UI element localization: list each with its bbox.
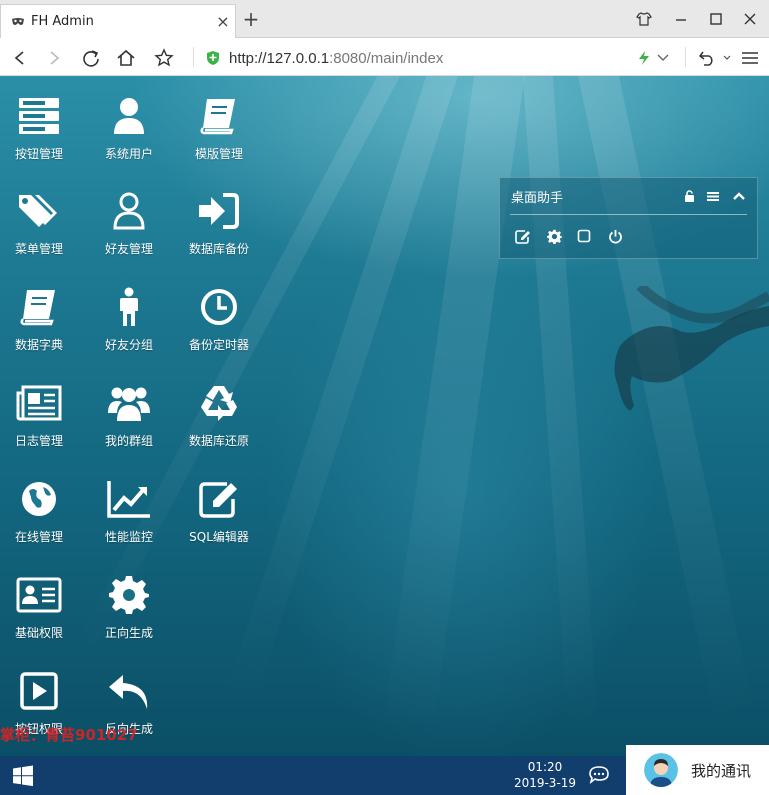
icon-label: 我的群组 [104, 434, 153, 448]
icon-label: SQL编辑器 [189, 530, 249, 544]
desktop-icon-friend-mgmt[interactable]: 好友管理 [83, 191, 175, 281]
gear-icon[interactable] [545, 227, 563, 245]
icon-label: 好友管理 [104, 242, 153, 256]
desktop-icon-menu-mgmt[interactable]: 菜单管理 [0, 191, 85, 281]
user-icon [114, 98, 144, 134]
gear-icon [109, 576, 149, 614]
desktop-icon-online-mgmt[interactable]: 在线管理 [0, 479, 85, 569]
menu-icon[interactable] [704, 187, 722, 205]
mask-icon [12, 17, 24, 25]
power-icon[interactable] [606, 227, 624, 245]
windows-start-icon[interactable] [12, 765, 34, 787]
chevron-up-icon[interactable] [730, 187, 748, 205]
clock-date: 2019-3-19 [513, 776, 577, 790]
panel-title: 桌面助手 [511, 191, 564, 206]
server-icon [19, 98, 59, 134]
tags-icon [19, 195, 57, 227]
desktop-icon-sql-editor[interactable]: SQL编辑器 [173, 479, 265, 569]
watermark-text: 掌柜：青苔901027 [0, 726, 138, 744]
desktop-icon-button-mgmt[interactable]: 按钮管理 [0, 96, 85, 186]
skin-icon[interactable] [627, 6, 661, 32]
id-card-icon [16, 577, 62, 613]
browser-tab-bar: FH Admin × + [0, 0, 769, 38]
desktop-icon-log-mgmt[interactable]: 日志管理 [0, 383, 85, 473]
globe-icon [22, 482, 56, 516]
icon-label: 正向生成 [104, 626, 153, 640]
icon-label: 日志管理 [14, 434, 63, 448]
desktop-icon-db-backup[interactable]: 数据库备份 [173, 191, 265, 281]
play-square-icon [20, 672, 58, 710]
icon-label: 模版管理 [194, 147, 243, 161]
desktop-assistant-panel: 桌面助手 [499, 177, 758, 259]
tab-title: FH Admin [31, 14, 94, 29]
lock-icon[interactable] [680, 187, 698, 205]
icon-label: 备份定时器 [188, 338, 249, 352]
minimize-icon[interactable] [664, 6, 698, 32]
desktop: 按钮管理 菜单管理 数据字典 日志管理 在线管理 基础权限 按钮权限 系统用户 … [0, 76, 769, 756]
swimmer-image [614, 286, 769, 411]
book-icon [200, 99, 235, 135]
recycle-icon [201, 386, 237, 421]
user-outline-icon [113, 192, 145, 230]
reply-icon [109, 675, 148, 709]
shield-icon [207, 51, 219, 65]
desktop-icon-system-users[interactable]: 系统用户 [83, 96, 175, 186]
star-icon[interactable] [150, 44, 178, 72]
icon-label: 系统用户 [104, 147, 153, 161]
chat-icon[interactable] [588, 765, 610, 785]
icon-label: 数据库还原 [188, 434, 249, 448]
edit-icon [199, 482, 237, 518]
desktop-icon-template-mgmt[interactable]: 模版管理 [173, 96, 265, 186]
chevron-down-icon[interactable] [649, 44, 677, 72]
window-close-icon[interactable] [733, 6, 767, 32]
clock-time: 01:20 [527, 760, 563, 774]
url-text: http://127.0.0.1:8080/main/index [229, 49, 444, 67]
menu-icon[interactable] [736, 44, 764, 72]
contacts-button[interactable]: 我的通讯 [626, 745, 769, 795]
users-icon [108, 387, 150, 421]
book-icon [20, 290, 55, 326]
icon-label: 菜单管理 [14, 242, 63, 256]
address-bar[interactable]: http://127.0.0.1:8080/main/index [205, 44, 680, 72]
browser-tab[interactable]: FH Admin × [0, 4, 236, 38]
window-icon[interactable] [575, 227, 593, 245]
contacts-label: 我的通讯 [691, 761, 752, 780]
sign-in-icon [199, 193, 239, 229]
edit-icon[interactable] [514, 227, 532, 245]
icon-label: 在线管理 [14, 530, 63, 544]
tab-close-icon[interactable]: × [211, 12, 235, 31]
icon-label: 性能监控 [104, 530, 153, 544]
refresh-icon[interactable] [77, 44, 105, 72]
desktop-icon-db-restore[interactable]: 数据库还原 [173, 383, 265, 473]
panel-divider [510, 214, 747, 215]
line-chart-icon [107, 481, 150, 518]
icon-label: 基础权限 [14, 626, 63, 640]
browser-nav-bar: http://127.0.0.1:8080/main/index [0, 38, 769, 76]
desktop-icon-my-groups[interactable]: 我的群组 [83, 383, 175, 473]
clock-icon [201, 289, 237, 325]
back-icon[interactable] [6, 44, 34, 72]
new-tab-button[interactable]: + [240, 8, 262, 30]
icon-label: 数据库备份 [188, 242, 249, 256]
male-icon [120, 287, 138, 326]
desktop-icon-forward-generate[interactable]: 正向生成 [83, 575, 175, 665]
newspaper-icon [16, 385, 62, 421]
forward-icon[interactable] [40, 44, 68, 72]
desktop-icon-backup-timer[interactable]: 备份定时器 [173, 287, 265, 377]
desktop-icon-perf-monitor[interactable]: 性能监控 [83, 479, 175, 569]
icon-label: 好友分组 [104, 338, 153, 352]
maximize-icon[interactable] [699, 6, 733, 32]
icon-label: 数据字典 [14, 338, 63, 352]
avatar [644, 753, 678, 787]
taskbar-clock: 01:20 2019-3-19 [505, 759, 585, 791]
desktop-icon-friend-group[interactable]: 好友分组 [83, 287, 175, 377]
icon-label: 按钮管理 [14, 147, 63, 161]
home-icon[interactable] [112, 44, 140, 72]
desktop-icon-data-dictionary[interactable]: 数据字典 [0, 287, 85, 377]
desktop-icon-base-permission[interactable]: 基础权限 [0, 575, 85, 665]
